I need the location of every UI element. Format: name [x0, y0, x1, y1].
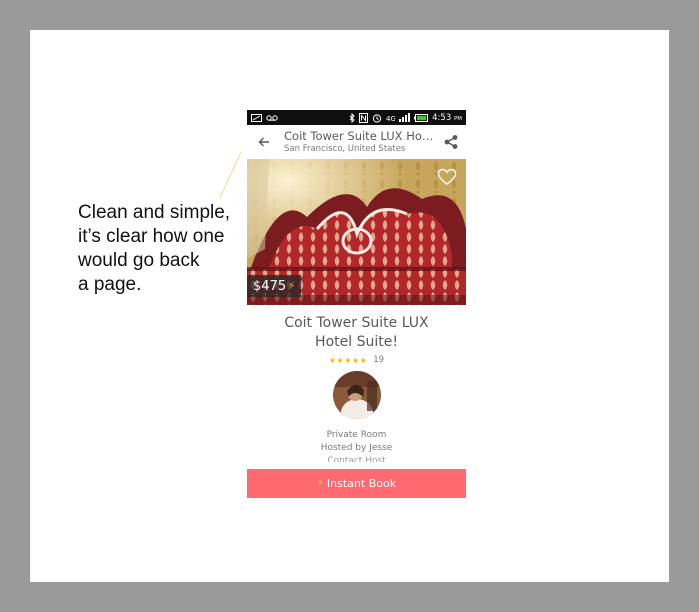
share-button[interactable]	[443, 134, 459, 150]
app-header: Coit Tower Suite LUX Hot… San Francisco,…	[247, 125, 466, 159]
host-avatar[interactable]	[332, 371, 381, 419]
bluetooth-icon	[349, 112, 355, 123]
header-title: Coit Tower Suite LUX Hot…	[284, 129, 436, 143]
message-icon	[251, 113, 262, 122]
review-count: 19	[373, 355, 385, 365]
contact-host-link[interactable]: Contact Host	[247, 456, 466, 462]
rating-row[interactable]: ★★★★★ 19	[247, 355, 466, 365]
listing-photo[interactable]: $475 ⚡	[247, 159, 466, 305]
instant-book-label: Instant Book	[326, 477, 397, 490]
hosted-by: Hosted by Jesse	[320, 443, 393, 453]
back-button[interactable]	[256, 134, 272, 150]
price-value: $475	[253, 278, 287, 294]
4g-icon: 4G	[386, 115, 395, 122]
annotation-text: Clean and simple, it’s clear how one wou…	[78, 201, 238, 297]
lightning-icon: ⚡	[316, 478, 324, 489]
host-photo-image	[332, 371, 381, 419]
favorite-button[interactable]	[437, 167, 457, 187]
battery-icon	[414, 113, 429, 122]
room-type: Private Room	[326, 430, 387, 440]
arrow-left-icon	[258, 137, 269, 147]
status-bar: 4G 4:53 PM	[247, 110, 466, 125]
annotation-line: would go back	[78, 250, 200, 271]
price-tag: $475 ⚡	[247, 275, 302, 297]
rating-stars-icon: ★★★★★	[328, 355, 368, 365]
header-subtitle: San Francisco, United States	[284, 144, 406, 154]
signal-icon	[399, 113, 411, 122]
status-time: 4:53 PM	[432, 112, 462, 123]
share-icon	[444, 135, 458, 149]
lightning-icon: ⚡	[288, 280, 296, 292]
listing-title: Coit Tower Suite LUX Hotel Suite!	[284, 315, 429, 350]
annotation-line: it’s clear how one	[78, 226, 225, 247]
nfc-icon	[359, 112, 369, 123]
alarm-icon	[373, 113, 382, 123]
svg-text:4G: 4G	[386, 115, 395, 122]
header-text: Coit Tower Suite LUX Hot… San Francisco,…	[284, 129, 436, 154]
annotation-line: Clean and simple,	[78, 202, 231, 223]
heart-icon	[437, 168, 457, 185]
instant-book-button[interactable]: ⚡ Instant Book	[247, 469, 466, 498]
voicemail-icon	[266, 114, 278, 121]
annotation-line: a page.	[78, 274, 142, 295]
phone-screen: 4G 4:53 PM Coit Tower Suite LUX Hot… San…	[247, 110, 466, 498]
